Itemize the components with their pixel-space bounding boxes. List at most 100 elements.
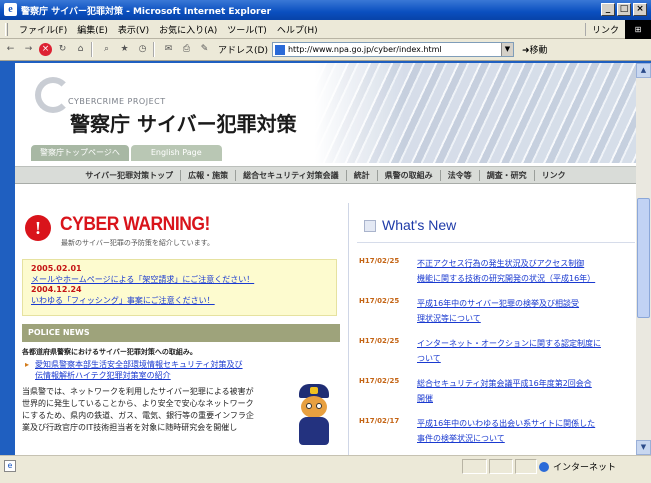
- police-news-link[interactable]: 愛知県警察本部生活安全部環境情報セキュリティ対策及び: [35, 359, 243, 370]
- news-link[interactable]: 平成16年中のサイバー犯罪の検挙及び相談受 理状況等について: [417, 296, 632, 326]
- status-bar: e インターネット: [0, 455, 651, 483]
- police-news-link[interactable]: 伝情報解析ハイテク犯罪対策室の紹介: [35, 370, 243, 381]
- logo-subtitle: CYBERCRIME PROJECT: [68, 97, 166, 106]
- body-line: 当県警では、ネットワークを利用したサイバー犯罪による被害が: [22, 387, 254, 396]
- nav-links[interactable]: リンク: [535, 170, 573, 181]
- stop-icon[interactable]: ×: [39, 43, 52, 56]
- menu-file[interactable]: ファイル(F): [14, 23, 72, 36]
- news-item: H17/02/25 平成16年中のサイバー犯罪の検挙及び相談受 理状況等について: [359, 296, 636, 336]
- edit-icon[interactable]: ✎: [197, 42, 212, 57]
- menu-edit[interactable]: 編集(E): [72, 23, 113, 36]
- maximize-button[interactable]: □: [617, 3, 631, 16]
- window-controls: _ □ ×: [601, 3, 647, 16]
- go-button[interactable]: ➜移動: [522, 43, 548, 56]
- go-label: 移動: [529, 46, 548, 56]
- police-news-subheading: 各都道府県警察におけるサイバー犯罪対策への取組み。: [22, 348, 197, 356]
- news-link[interactable]: 平成16年中のいわゆる出会い系サイトに関係した 事件の検挙状況について: [417, 416, 632, 446]
- nav-statistics[interactable]: 統計: [347, 169, 378, 181]
- news-link-line[interactable]: 開催: [417, 391, 632, 406]
- menu-view[interactable]: 表示(V): [113, 23, 154, 36]
- news-item: H17/02/17 平成16年中のいわゆる出会い系サイトに関係した 事件の検挙状…: [359, 416, 636, 455]
- toolbar-grip[interactable]: [5, 22, 8, 36]
- nav-research[interactable]: 調査・研究: [480, 169, 535, 181]
- links-button[interactable]: リンク: [584, 22, 625, 36]
- news-link[interactable]: インターネット・オークションに関する認定制度に ついて: [417, 336, 632, 366]
- keyboard-image: [315, 63, 636, 163]
- mail-icon[interactable]: ✉: [161, 42, 176, 57]
- news-link[interactable]: 不正アクセス行為の発生状況及びアクセス制御 機能に関する技術の研究開発の状況（平…: [417, 256, 632, 286]
- news-link-line[interactable]: 理状況等について: [417, 311, 632, 326]
- ie-logo-icon: e: [4, 3, 17, 16]
- refresh-icon[interactable]: ↻: [55, 42, 70, 57]
- warning-date: 2005.02.01: [31, 264, 82, 273]
- print-icon[interactable]: ⎙: [179, 42, 194, 57]
- header-tabs: 警察庁トップページへ English Page: [31, 145, 222, 161]
- title-bar: e 警察庁 サイバー犯罪対策 - Microsoft Internet Expl…: [0, 0, 651, 20]
- nav-cyber-top[interactable]: サイバー犯罪対策トップ: [78, 169, 182, 181]
- page-icon: [274, 44, 285, 55]
- left-column: ! CYBER WARNING! 最新のサイバー犯罪の予防策を紹介しています。 …: [15, 203, 340, 455]
- news-link-line[interactable]: 不正アクセス行為の発生状況及びアクセス制御: [417, 256, 632, 271]
- body-line: 業及び行政官庁のIT技術担当者を対象に随時研究会を開催し: [22, 423, 238, 432]
- news-link-line[interactable]: 事件の検挙状況について: [417, 431, 632, 446]
- news-link-line[interactable]: 機能に関する技術の研究開発の状況（平成16年）: [417, 271, 632, 286]
- nav-laws[interactable]: 法令等: [441, 169, 480, 181]
- news-date: H17/02/25: [359, 297, 400, 305]
- minimize-button[interactable]: _: [601, 3, 615, 16]
- right-column: What's New H17/02/25 不正アクセス行為の発生状況及びアクセス…: [348, 203, 636, 455]
- nav-pr[interactable]: 広報・施策: [181, 169, 237, 181]
- status-cell: [515, 459, 537, 474]
- standard-toolbar: ← → × ↻ ⌂ ⌕ ★ ◷ ✉ ⎙ ✎ アドレス(D) http://www…: [0, 39, 651, 61]
- news-link-line[interactable]: 平成16年中のいわゆる出会い系サイトに関係した: [417, 416, 632, 431]
- scrollbar-thumb[interactable]: [637, 198, 650, 318]
- browser-window: e 警察庁 サイバー犯罪対策 - Microsoft Internet Expl…: [0, 0, 651, 483]
- news-item: H17/02/25 総合セキュリティ対策会議平成16年度第2回会合 開催: [359, 376, 636, 416]
- favorites-icon[interactable]: ★: [117, 42, 132, 57]
- body-line: 世界的に発生していることから、より安全で安心なネットワーク: [22, 399, 254, 408]
- vertical-scrollbar[interactable]: ▲ ▼: [636, 63, 651, 455]
- warning-date: 2004.12.24: [31, 285, 82, 294]
- forward-arrow-icon[interactable]: →: [21, 42, 36, 57]
- nav-security-council[interactable]: 総合セキュリティ対策会議: [236, 169, 347, 181]
- search-icon[interactable]: ⌕: [99, 42, 114, 57]
- address-bar[interactable]: http://www.npa.go.jp/cyber/index.html ▼: [271, 42, 514, 57]
- address-input[interactable]: http://www.npa.go.jp/cyber/index.html: [288, 45, 442, 54]
- news-date: H17/02/17: [359, 417, 400, 425]
- address-dropdown-icon[interactable]: ▼: [500, 43, 513, 56]
- tab-english[interactable]: English Page: [130, 145, 222, 161]
- scroll-up-icon[interactable]: ▲: [636, 63, 651, 78]
- news-link-line[interactable]: ついて: [417, 351, 632, 366]
- news-link-line[interactable]: 総合セキュリティ対策会議平成16年度第2回会合: [417, 376, 632, 391]
- menu-favorites[interactable]: お気に入り(A): [154, 23, 222, 36]
- list-item: ▸ 愛知県警察本部生活安全部環境情報セキュリティ対策及び 伝情報解析ハイテク犯罪…: [25, 359, 325, 381]
- zone-label: インターネット: [553, 463, 617, 473]
- news-link[interactable]: 総合セキュリティ対策会議平成16年度第2回会合 開催: [417, 376, 632, 406]
- page-viewport[interactable]: CYBERCRIME PROJECT 警察庁 サイバー犯罪対策 警察庁トップペー…: [15, 63, 636, 455]
- menu-tools[interactable]: ツール(T): [222, 23, 272, 36]
- body-line: にするため、県内の鉄道、ガス、電気、銀行等の重要インフラ企: [22, 411, 254, 420]
- news-link-line[interactable]: 平成16年中のサイバー犯罪の検挙及び相談受: [417, 296, 632, 311]
- whats-new-icon: [364, 220, 376, 232]
- site-logo-title: 警察庁 サイバー犯罪対策: [70, 112, 297, 136]
- warning-link[interactable]: いわゆる「フィッシング」事案にご注意ください！: [31, 295, 328, 306]
- warning-link[interactable]: メールやホームページによる「架空請求」にご注意ください！: [31, 274, 328, 285]
- nav-prefecture[interactable]: 県警の取組み: [378, 169, 441, 181]
- news-date: H17/02/25: [359, 377, 400, 385]
- globe-icon: [539, 461, 549, 472]
- scroll-down-icon[interactable]: ▼: [636, 440, 651, 455]
- history-icon[interactable]: ◷: [135, 42, 150, 57]
- menu-help[interactable]: ヘルプ(H): [272, 23, 323, 36]
- status-cell: [489, 459, 513, 474]
- news-link-line[interactable]: インターネット・オークションに関する認定制度に: [417, 336, 632, 351]
- divider: [357, 242, 635, 243]
- home-icon[interactable]: ⌂: [73, 42, 88, 57]
- tab-npa-top[interactable]: 警察庁トップページへ: [31, 145, 129, 161]
- window-title: 警察庁 サイバー犯罪対策 - Microsoft Internet Explor…: [21, 7, 272, 17]
- logo-swoosh-icon: [35, 77, 71, 113]
- toolbar-separator: [153, 42, 155, 57]
- police-mascot-image: [293, 384, 335, 446]
- close-button[interactable]: ×: [633, 3, 647, 16]
- toolbar-separator: [91, 42, 93, 57]
- back-arrow-icon[interactable]: ←: [3, 42, 18, 57]
- cyber-warning-title: CYBER WARNING!: [60, 214, 210, 235]
